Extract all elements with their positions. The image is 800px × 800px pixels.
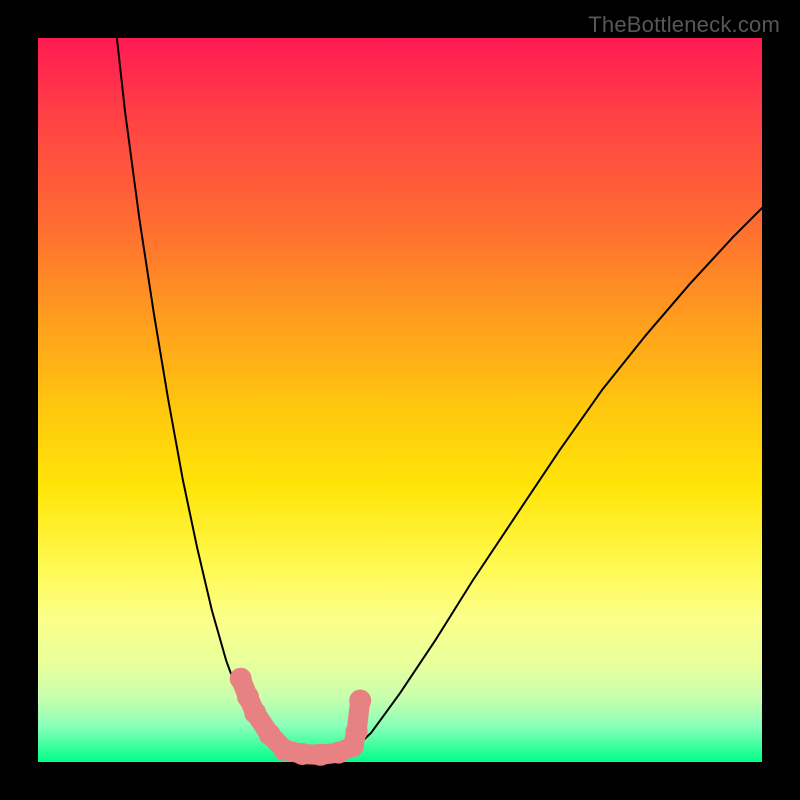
curve-overlay [38,38,762,762]
watermark-text: TheBottleneck.com [588,12,780,38]
curve-left [117,38,284,756]
highlight-dot [346,721,368,743]
highlight-dot [244,702,266,724]
chart-frame: TheBottleneck.com [0,0,800,800]
curve-right [349,208,762,753]
highlight-dot [349,690,371,712]
plot-area [38,38,762,762]
